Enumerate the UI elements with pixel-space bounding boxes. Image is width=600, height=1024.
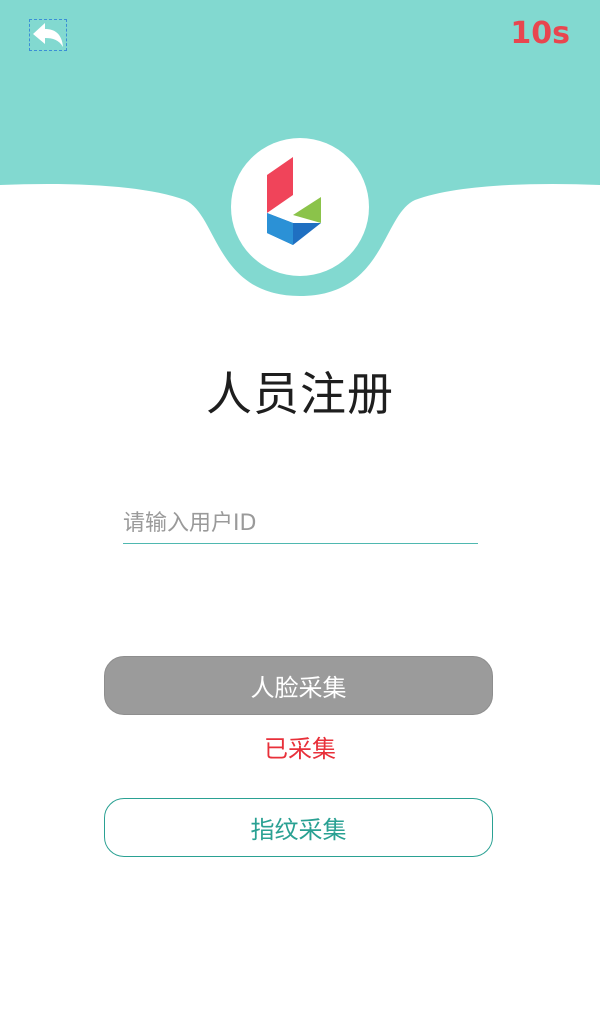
fingerprint-capture-button[interactable]: 指纹采集	[104, 798, 493, 857]
app-logo-icon	[267, 157, 321, 245]
app-logo	[231, 138, 369, 276]
face-capture-button[interactable]: 人脸采集	[104, 656, 493, 715]
countdown-timer: 10s	[510, 16, 570, 51]
page-title: 人员注册	[206, 367, 394, 421]
user-id-input[interactable]	[123, 504, 478, 544]
back-arrow-icon	[33, 23, 63, 47]
face-capture-status: 已采集	[264, 735, 336, 763]
back-button[interactable]	[29, 19, 67, 51]
